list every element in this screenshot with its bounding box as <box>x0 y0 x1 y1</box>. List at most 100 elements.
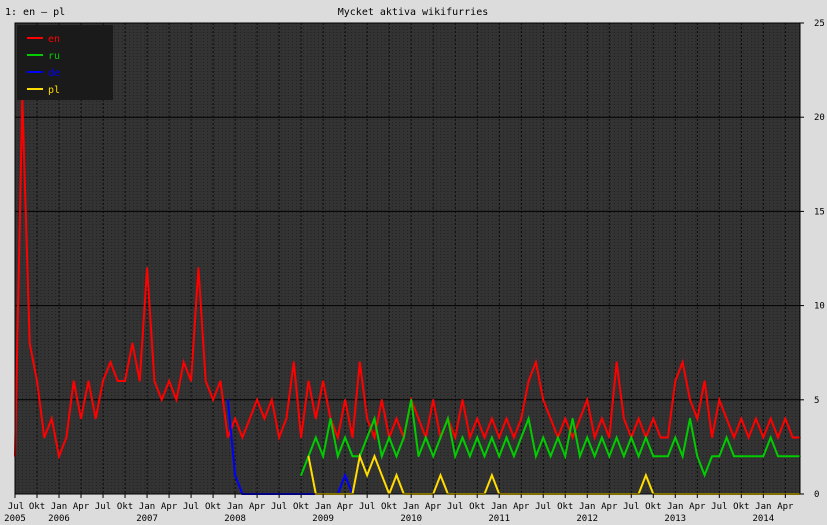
data-point-en <box>65 436 68 439</box>
data-point-ru <box>425 436 427 439</box>
x-tick-label: Apr <box>425 502 442 512</box>
data-point-en <box>241 436 244 439</box>
data-point-en <box>505 417 508 420</box>
data-point-ru <box>645 436 647 439</box>
x-tick-label: Jul <box>8 502 24 512</box>
data-point-en <box>652 417 655 420</box>
data-point-en <box>234 417 236 420</box>
data-point-pl <box>381 474 383 477</box>
data-point-pl <box>359 455 361 458</box>
data-point-en <box>212 399 214 401</box>
data-point-en <box>278 436 280 439</box>
data-point-pl <box>373 455 376 458</box>
data-point-en <box>102 380 104 382</box>
data-point-en <box>344 399 346 401</box>
x-tick-label: Jul <box>359 502 375 512</box>
x-year-label: 2006 <box>48 514 70 524</box>
data-point-en <box>564 417 566 420</box>
data-point-en <box>87 380 90 382</box>
data-point-en <box>476 417 479 420</box>
data-point-en <box>696 417 699 420</box>
data-point-en <box>131 342 134 345</box>
data-point-en <box>542 399 544 401</box>
data-point-ru <box>681 455 684 458</box>
data-point-en <box>359 361 361 363</box>
x-tick-label: Okt <box>29 502 45 512</box>
data-point-ru <box>601 436 603 439</box>
x-tick-label: Apr <box>689 502 706 512</box>
data-point-en <box>80 417 82 420</box>
data-point-ru <box>535 455 537 458</box>
data-point-en <box>351 436 354 439</box>
data-point-ru <box>762 455 765 458</box>
data-point-en <box>674 380 677 382</box>
x-tick-label: Jan <box>227 502 243 512</box>
data-point-en <box>43 436 46 439</box>
x-tick-label: Apr <box>73 502 90 512</box>
data-point-ru <box>513 455 515 458</box>
x-tick-label: Jul <box>535 502 551 512</box>
data-point-en <box>58 455 60 458</box>
data-point-pl <box>439 474 442 477</box>
data-point-en <box>28 342 31 345</box>
y-tick-label: 0 <box>814 490 819 500</box>
data-point-ru <box>461 436 464 439</box>
data-point-en <box>36 380 38 382</box>
data-point-ru <box>703 474 706 477</box>
x-tick-label: Apr <box>337 502 354 512</box>
x-tick-label: Jan <box>315 502 331 512</box>
data-point-ru <box>674 436 677 439</box>
data-point-en <box>204 380 207 382</box>
data-point-en <box>520 417 522 420</box>
data-point-en <box>667 436 669 439</box>
data-point-ru <box>315 436 317 439</box>
data-point-en <box>50 417 53 420</box>
x-year-label: 2007 <box>136 514 158 524</box>
data-point-ru <box>549 455 552 458</box>
y-tick-label: 5 <box>814 396 819 406</box>
data-point-en <box>711 436 713 439</box>
x-year-label: 2014 <box>752 514 774 524</box>
data-point-en <box>175 399 178 401</box>
x-tick-label: Okt <box>733 502 749 512</box>
x-tick-label: Jan <box>403 502 419 512</box>
data-point-ru <box>769 436 772 439</box>
data-point-ru <box>388 436 391 439</box>
data-point-en <box>784 417 787 420</box>
data-point-en <box>608 436 611 439</box>
data-point-en <box>285 417 288 420</box>
data-point-en <box>432 399 435 401</box>
legend-label-ru: ru <box>48 51 60 62</box>
x-year-label: 2012 <box>576 514 598 524</box>
data-point-ru <box>667 455 669 458</box>
data-point-en <box>777 436 779 439</box>
x-tick-label: Apr <box>249 502 266 512</box>
data-point-de <box>234 474 236 477</box>
x-tick-label: Okt <box>557 502 573 512</box>
x-tick-label: Jan <box>667 502 683 512</box>
data-point-ru <box>777 455 779 458</box>
data-point-pl <box>491 474 493 477</box>
data-point-en <box>549 417 552 420</box>
data-point-en <box>138 380 141 382</box>
data-point-ru <box>718 455 721 458</box>
data-point-en <box>124 380 126 382</box>
data-point-en <box>293 361 295 363</box>
data-point-ru <box>432 455 435 458</box>
data-point-en <box>168 380 170 382</box>
x-tick-label: Jan <box>51 502 67 512</box>
data-point-en <box>307 380 310 382</box>
data-point-ru <box>652 455 655 458</box>
x-tick-label: Jul <box>271 502 287 512</box>
data-point-en <box>300 436 302 439</box>
data-point-en <box>689 399 691 401</box>
data-point-en <box>791 436 794 439</box>
data-point-en <box>733 436 735 439</box>
x-tick-label: Apr <box>777 502 794 512</box>
x-tick-label: Apr <box>601 502 618 512</box>
data-point-en <box>146 267 148 269</box>
data-point-ru <box>637 455 640 458</box>
data-point-en <box>190 380 192 382</box>
data-point-en <box>256 399 258 401</box>
x-tick-label: Okt <box>205 502 221 512</box>
